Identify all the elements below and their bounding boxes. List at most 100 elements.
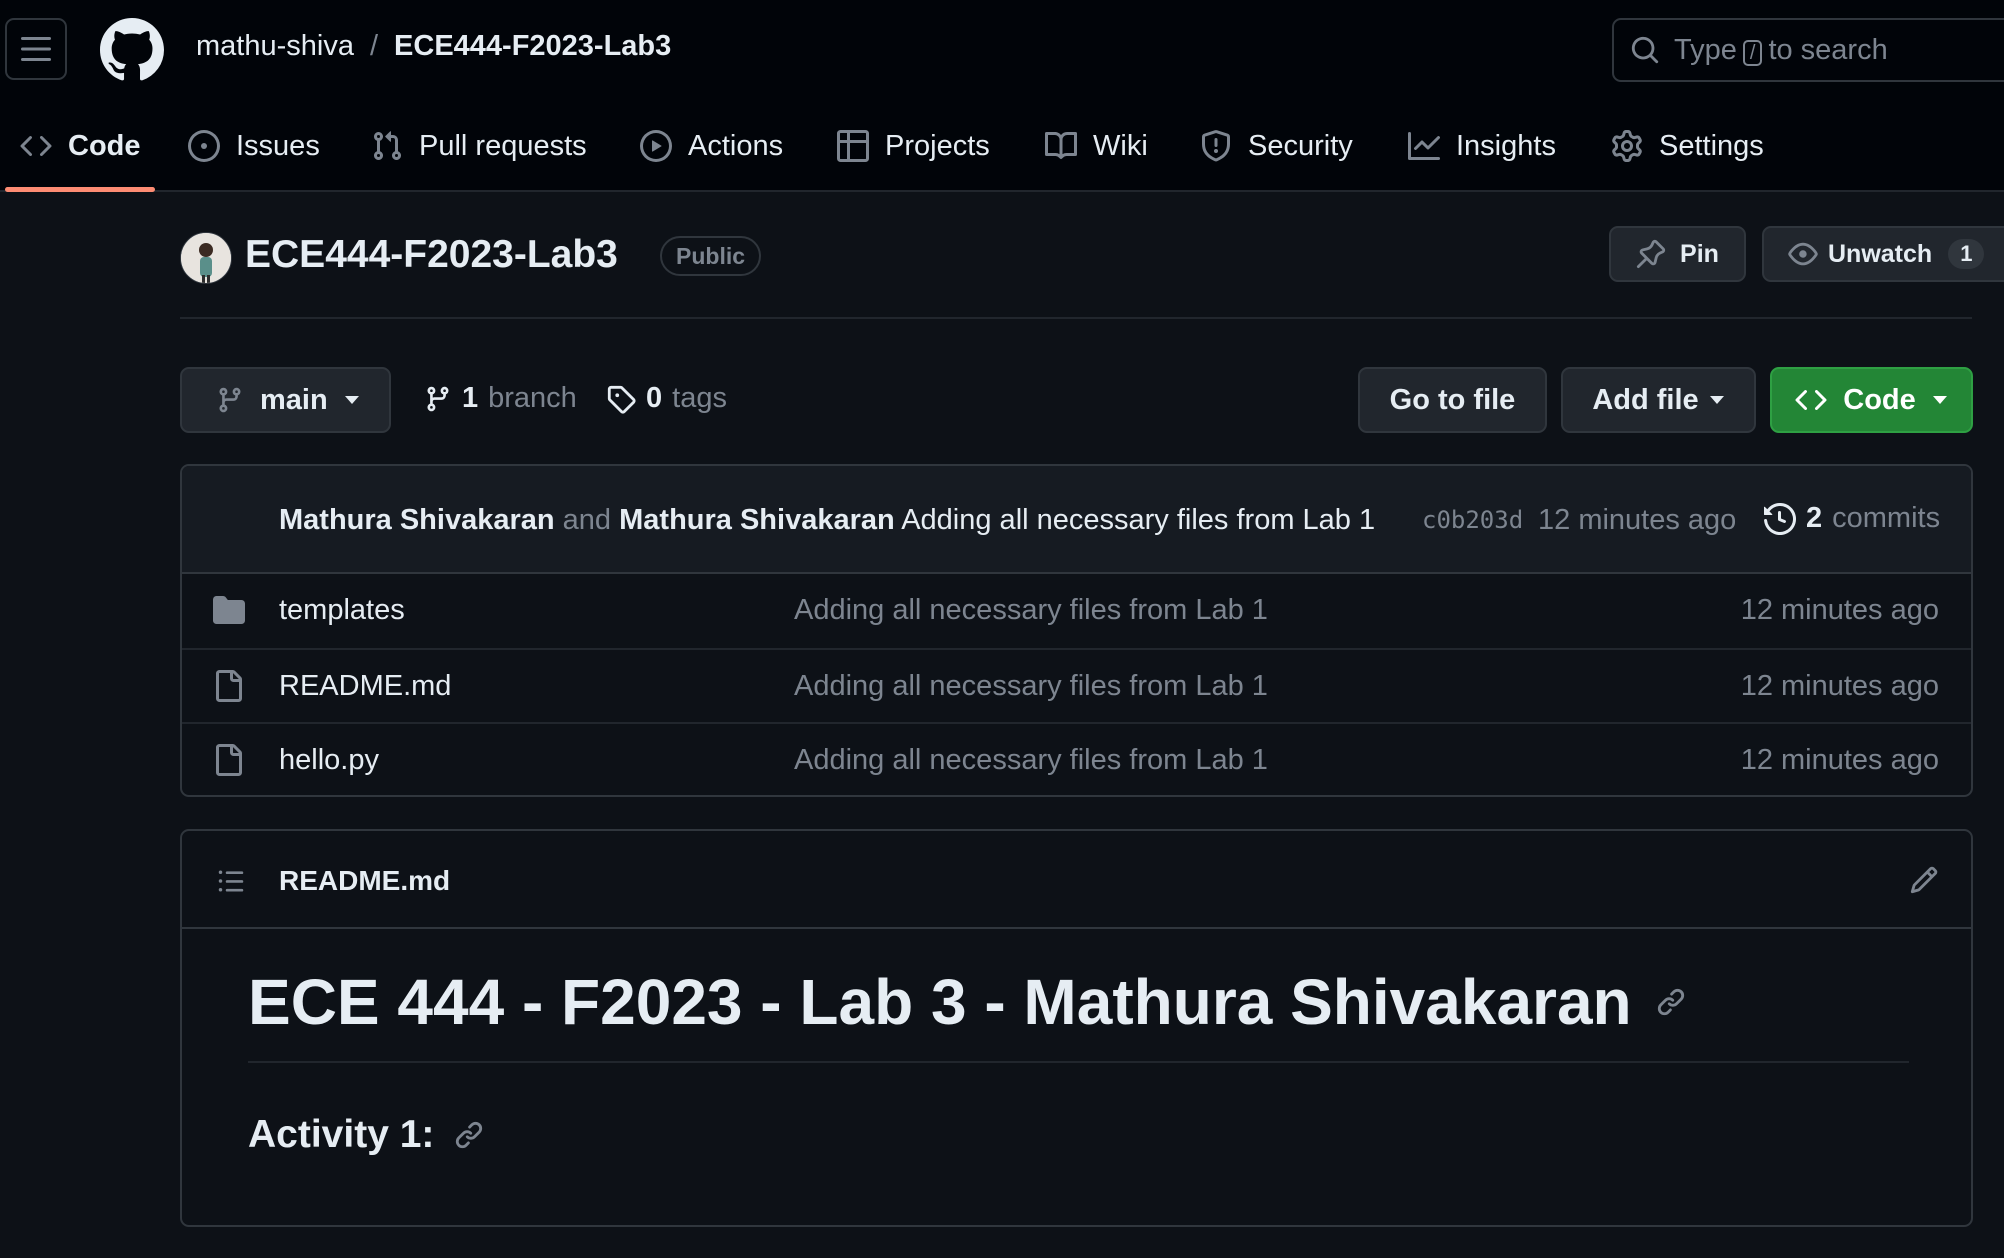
tab-issues[interactable]: Issues	[188, 100, 320, 192]
file-time: 12 minutes ago	[1740, 670, 1939, 702]
tab-settings[interactable]: Settings	[1611, 100, 1764, 192]
caret-down-icon	[1932, 396, 1947, 404]
commit-count: 2	[1806, 502, 1823, 534]
commit-and: and	[562, 504, 612, 536]
pin-label: Pin	[1680, 239, 1719, 268]
tab-security[interactable]: Security	[1200, 100, 1353, 192]
readme-heading-1: ECE 444 - F2023 - Lab 3 - Mathura Shivak…	[248, 965, 1686, 1039]
code-button-label: Code	[1843, 383, 1916, 416]
eye-icon	[1788, 242, 1818, 266]
active-tab-indicator	[5, 187, 155, 192]
readme-divider	[248, 1061, 1909, 1063]
file-icon	[216, 670, 242, 702]
repo-title[interactable]: ECE444-F2023-Lab3	[245, 233, 618, 277]
folder-icon	[213, 596, 245, 624]
pencil-icon[interactable]	[1909, 865, 1939, 895]
tab-security-label: Security	[1248, 129, 1353, 162]
tags-link[interactable]: 0 tags	[606, 382, 727, 415]
list-unordered-icon[interactable]	[216, 867, 246, 895]
shield-icon	[1202, 130, 1230, 162]
hamburger-icon	[21, 37, 51, 61]
tag-count: 0	[646, 382, 663, 414]
tab-wiki-label: Wiki	[1093, 129, 1148, 162]
history-icon	[1764, 502, 1796, 535]
menu-button[interactable]	[5, 18, 67, 80]
add-file-button[interactable]: Add file	[1561, 367, 1756, 433]
repo-nav: Code Issues Pull requests Actions Projec…	[0, 100, 2004, 192]
code-icon	[1795, 389, 1827, 411]
graph-icon	[1408, 132, 1440, 160]
branch-word: branch	[488, 382, 577, 414]
github-logo-icon[interactable]	[99, 18, 165, 82]
link-icon[interactable]	[1656, 987, 1686, 1017]
tab-insights-label: Insights	[1456, 129, 1556, 162]
file-commit-message-link[interactable]: Adding all necessary files from Lab 1	[794, 744, 1268, 777]
search-input[interactable]: Type / to search	[1612, 18, 2004, 82]
tab-settings-label: Settings	[1659, 129, 1764, 162]
file-commit-message-link[interactable]: Adding all necessary files from Lab 1	[794, 670, 1268, 703]
file-name-link[interactable]: templates	[279, 594, 405, 627]
unwatch-button[interactable]: Unwatch 1	[1762, 226, 2004, 282]
issue-opened-icon	[188, 130, 220, 162]
visibility-badge: Public	[660, 236, 762, 276]
breadcrumb-separator: /	[369, 30, 379, 62]
tab-actions-label: Actions	[688, 129, 784, 162]
file-time: 12 minutes ago	[1740, 594, 1939, 626]
branch-select-button[interactable]: main	[180, 367, 391, 433]
tab-projects[interactable]: Projects	[837, 100, 990, 192]
caret-down-icon	[1709, 396, 1724, 404]
book-icon	[1045, 131, 1077, 159]
readme-header: README.md	[182, 831, 1971, 929]
git-branch-icon	[427, 386, 449, 411]
search-shortcut-key: /	[1742, 39, 1763, 66]
commit-coauthor-link[interactable]: Mathura Shivakaran	[619, 504, 895, 536]
git-pull-request-icon	[373, 131, 402, 161]
readme-filename-link[interactable]: README.md	[279, 865, 450, 897]
tag-word: tags	[672, 382, 727, 414]
gear-icon	[1612, 130, 1642, 162]
file-row[interactable]: hello.py Adding all necessary files from…	[182, 722, 1971, 795]
code-icon	[20, 135, 52, 157]
file-name-link[interactable]: README.md	[279, 670, 451, 703]
file-browser: Mathura Shivakaran and Mathura Shivakara…	[180, 464, 1973, 797]
code-dropdown-button[interactable]: Code	[1770, 367, 1973, 433]
commit-count-word: commits	[1832, 502, 1941, 534]
title-divider	[180, 317, 1972, 319]
search-placeholder: Type / to search	[1674, 33, 1888, 66]
commit-message-link[interactable]: Adding all necessary files from Lab 1	[901, 504, 1375, 536]
branches-link[interactable]: 1 branch	[424, 382, 577, 415]
tab-insights[interactable]: Insights	[1408, 100, 1556, 192]
link-icon[interactable]	[454, 1120, 484, 1150]
tab-code[interactable]: Code	[20, 100, 141, 192]
tab-pull-requests[interactable]: Pull requests	[371, 100, 587, 192]
add-file-label: Add file	[1592, 383, 1699, 416]
breadcrumb-owner-link[interactable]: mathu-shiva	[196, 30, 354, 63]
avatar[interactable]	[180, 232, 232, 284]
go-to-file-button[interactable]: Go to file	[1358, 367, 1547, 433]
commit-summary: Mathura Shivakaran and Mathura Shivakara…	[279, 504, 1375, 537]
watch-count: 1	[1948, 239, 1985, 269]
play-icon	[640, 130, 672, 162]
tab-pull-requests-label: Pull requests	[419, 129, 587, 162]
readme-heading-2: Activity 1:	[248, 1113, 484, 1157]
breadcrumb-repo-link[interactable]: ECE444-F2023-Lab3	[394, 30, 671, 63]
tab-code-label: Code	[68, 129, 141, 162]
file-row[interactable]: README.md Adding all necessary files fro…	[182, 648, 1971, 722]
file-commit-message-link[interactable]: Adding all necessary files from Lab 1	[794, 594, 1268, 627]
file-row[interactable]: templates Adding all necessary files fro…	[182, 574, 1971, 648]
tab-wiki[interactable]: Wiki	[1045, 100, 1148, 192]
search-icon	[1631, 36, 1659, 64]
commit-author-link[interactable]: Mathura Shivakaran	[279, 504, 555, 536]
commits-history-link[interactable]: 2 commits	[1764, 502, 1940, 535]
pin-icon	[1636, 239, 1666, 269]
caret-down-icon	[344, 396, 359, 404]
pin-button[interactable]: Pin	[1609, 226, 1746, 282]
tab-issues-label: Issues	[236, 129, 320, 162]
readme-panel: README.md ECE 444 - F2023 - Lab 3 - Math…	[180, 829, 1973, 1227]
readme-heading-2-text: Activity 1:	[248, 1113, 435, 1156]
tab-actions[interactable]: Actions	[640, 100, 783, 192]
file-name-link[interactable]: hello.py	[279, 744, 379, 777]
git-branch-icon	[219, 387, 241, 413]
commit-sha-link[interactable]: c0b203d	[1422, 506, 1523, 534]
commit-time: 12 minutes ago	[1538, 504, 1737, 536]
